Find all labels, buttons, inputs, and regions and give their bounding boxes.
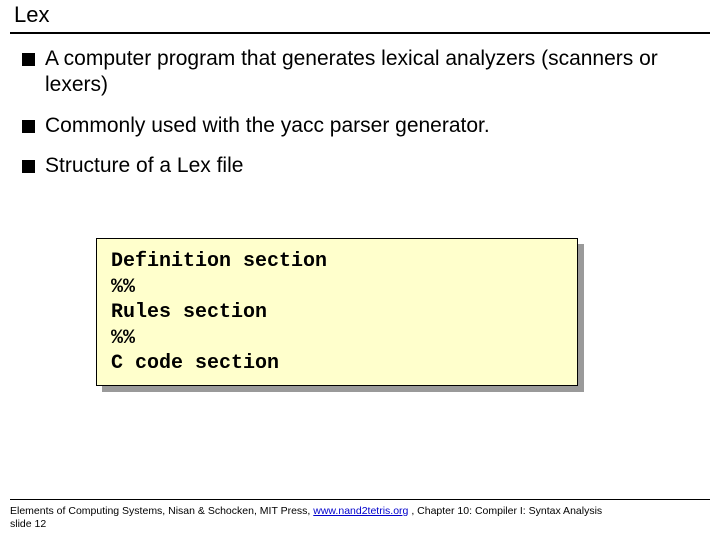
- bullet-item: Structure of a Lex file: [22, 153, 698, 179]
- slide-body: A computer program that generates lexica…: [22, 46, 698, 193]
- bullet-item: Commonly used with the yacc parser gener…: [22, 113, 698, 139]
- code-block-container: Definition section %% Rules section %% C…: [96, 238, 578, 386]
- slide-title: Lex: [14, 2, 49, 28]
- footer-rule: [10, 499, 710, 500]
- footer-slide-number: slide 12: [10, 518, 46, 530]
- bullet-item: A computer program that generates lexica…: [22, 46, 698, 99]
- title-rule: [10, 32, 710, 34]
- code-block: Definition section %% Rules section %% C…: [96, 238, 578, 386]
- square-bullet-icon: [22, 160, 35, 173]
- footer-text-post: , Chapter 10: Compiler I: Syntax Analysi…: [408, 505, 602, 517]
- square-bullet-icon: [22, 120, 35, 133]
- slide: Lex A computer program that generates le…: [0, 0, 720, 540]
- bullet-text: Commonly used with the yacc parser gener…: [45, 113, 698, 139]
- footer-text-pre: Elements of Computing Systems, Nisan & S…: [10, 505, 313, 517]
- bullet-text: A computer program that generates lexica…: [45, 46, 698, 99]
- bullet-text: Structure of a Lex file: [45, 153, 698, 179]
- footer-link[interactable]: www.nand2tetris.org: [313, 505, 408, 517]
- square-bullet-icon: [22, 53, 35, 66]
- footer: Elements of Computing Systems, Nisan & S…: [10, 505, 710, 532]
